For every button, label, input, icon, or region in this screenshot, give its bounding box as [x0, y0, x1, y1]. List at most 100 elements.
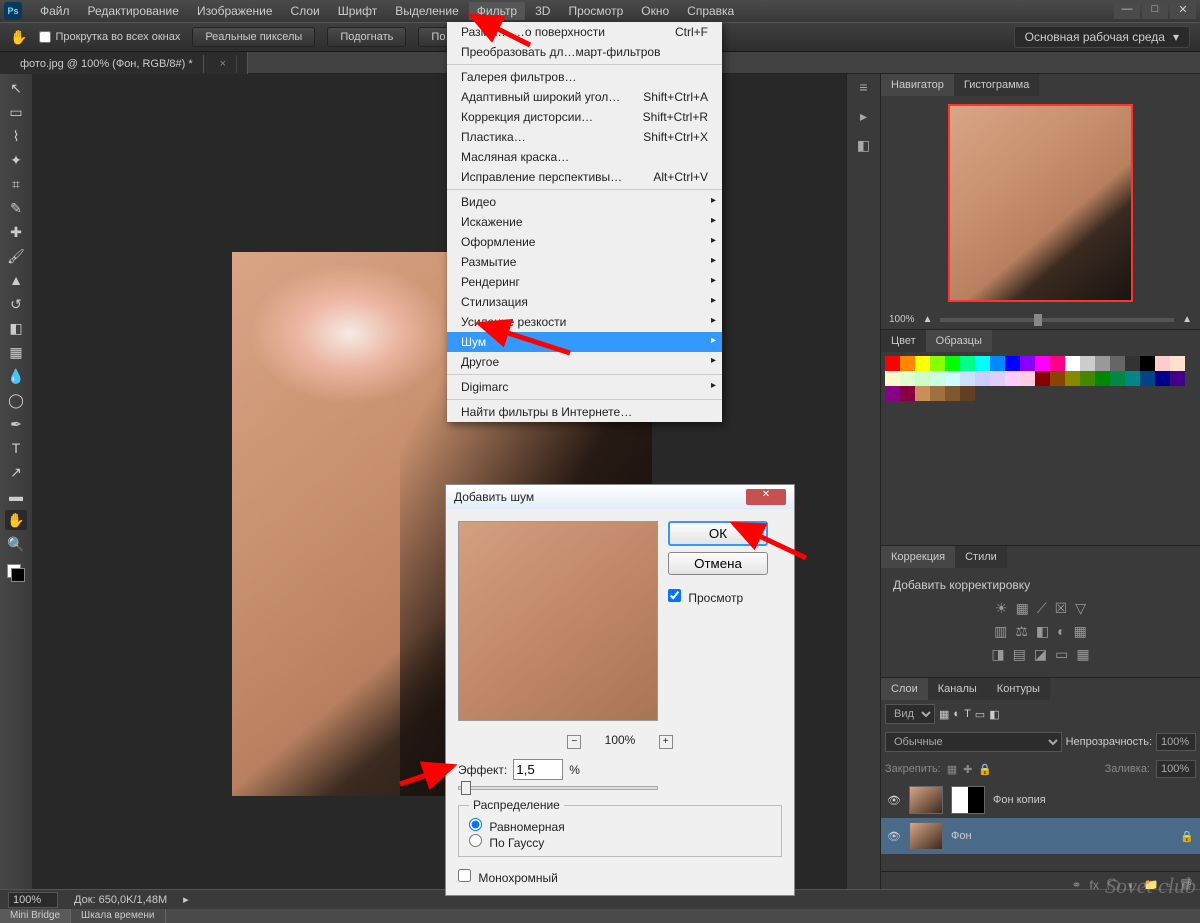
history-brush-icon[interactable]: ↺: [5, 294, 27, 314]
opacity-input[interactable]: [1156, 733, 1196, 751]
swatch-item[interactable]: [975, 371, 990, 386]
crop-tool-icon[interactable]: ⌗: [5, 174, 27, 194]
swatch-item[interactable]: [900, 386, 915, 401]
swatch-item[interactable]: [1065, 371, 1080, 386]
zoom-out-icon[interactable]: ▲: [923, 314, 933, 325]
type-tool-icon[interactable]: T: [5, 438, 27, 458]
swatch-item[interactable]: [1170, 371, 1185, 386]
swatch-item[interactable]: [1125, 356, 1140, 371]
swatch-item[interactable]: [1065, 356, 1080, 371]
filter-pixel-icon[interactable]: ▦: [939, 708, 949, 721]
balance-icon[interactable]: ⚖: [1015, 623, 1028, 640]
layer-name[interactable]: Фон: [951, 830, 972, 842]
stamp-tool-icon[interactable]: ▲: [5, 270, 27, 290]
swatch-item[interactable]: [900, 356, 915, 371]
marquee-tool-icon[interactable]: ▭: [5, 102, 27, 122]
eraser-tool-icon[interactable]: ◧: [5, 318, 27, 338]
cancel-button[interactable]: Отмена: [668, 552, 768, 575]
move-tool-icon[interactable]: ↖: [5, 78, 27, 98]
maximize-button[interactable]: □: [1142, 3, 1168, 19]
properties-panel-icon[interactable]: ◧: [852, 137, 876, 161]
filter-menu-item[interactable]: Найти фильтры в Интернете…: [447, 402, 722, 422]
bw-icon[interactable]: ◧: [1036, 623, 1049, 640]
layer-row[interactable]: 👁 Фон копия: [881, 782, 1200, 818]
swatch-item[interactable]: [885, 356, 900, 371]
swatches-grid[interactable]: [881, 352, 1200, 405]
swatch-item[interactable]: [1095, 371, 1110, 386]
swatch-item[interactable]: [900, 371, 915, 386]
swatch-item[interactable]: [960, 371, 975, 386]
workspace-selector[interactable]: Основная рабочая среда▾: [1014, 26, 1190, 48]
lasso-tool-icon[interactable]: ⌇: [5, 126, 27, 146]
swatch-item[interactable]: [930, 356, 945, 371]
blur-tool-icon[interactable]: 💧: [5, 366, 27, 386]
zoom-in-icon[interactable]: ▲: [1182, 314, 1192, 325]
minimize-button[interactable]: —: [1114, 3, 1140, 19]
filter-menu-item[interactable]: Исправление перспективы…Alt+Ctrl+V: [447, 167, 722, 187]
swatch-item[interactable]: [1020, 371, 1035, 386]
menu-select[interactable]: Выделение: [387, 2, 467, 20]
healing-tool-icon[interactable]: ✚: [5, 222, 27, 242]
levels-icon[interactable]: ▦: [1016, 600, 1029, 617]
menu-edit[interactable]: Редактирование: [80, 2, 187, 20]
uniform-radio[interactable]: Равномерная: [469, 820, 565, 834]
swatch-item[interactable]: [930, 371, 945, 386]
swatch-item[interactable]: [1005, 356, 1020, 371]
menu-filter[interactable]: Фильтр: [469, 2, 525, 20]
pen-tool-icon[interactable]: ✒: [5, 414, 27, 434]
threshold-icon[interactable]: ◪: [1034, 646, 1047, 663]
preview-checkbox[interactable]: Просмотр: [668, 589, 768, 605]
color-swatch[interactable]: [7, 564, 25, 582]
zoom-out-button[interactable]: −: [567, 735, 581, 749]
swatch-item[interactable]: [1050, 356, 1065, 371]
wand-tool-icon[interactable]: ✦: [5, 150, 27, 170]
invert-icon[interactable]: ◨: [991, 646, 1004, 663]
hand-tool-icon[interactable]: ✋: [5, 510, 27, 530]
swatch-item[interactable]: [1080, 371, 1095, 386]
filter-type-icon[interactable]: T: [964, 708, 971, 720]
exposure-icon[interactable]: ☒: [1055, 600, 1068, 617]
menu-window[interactable]: Окно: [633, 2, 677, 20]
swatch-item[interactable]: [960, 386, 975, 401]
swatch-item[interactable]: [1170, 356, 1185, 371]
layer-filter-select[interactable]: Вид: [885, 704, 935, 724]
swatch-item[interactable]: [1035, 371, 1050, 386]
swatch-item[interactable]: [1095, 356, 1110, 371]
swatch-item[interactable]: [990, 371, 1005, 386]
dodge-tool-icon[interactable]: ◯: [5, 390, 27, 410]
close-button[interactable]: ✕: [1170, 3, 1196, 19]
visibility-icon[interactable]: 👁: [887, 830, 901, 843]
lock-position-icon[interactable]: ✚: [963, 763, 972, 776]
swatch-item[interactable]: [945, 371, 960, 386]
eyedropper-tool-icon[interactable]: ✎: [5, 198, 27, 218]
photo-filter-icon[interactable]: ◐: [1057, 623, 1065, 640]
swatch-item[interactable]: [1140, 356, 1155, 371]
gradient-map-icon[interactable]: ▭: [1055, 646, 1068, 663]
filter-menu-item[interactable]: Искажение: [447, 212, 722, 232]
menu-image[interactable]: Изображение: [189, 2, 281, 20]
filter-smart-icon[interactable]: ◧: [989, 708, 999, 721]
actual-pixels-button[interactable]: Реальные пикселы: [192, 27, 315, 47]
ok-button[interactable]: ОК: [668, 521, 768, 546]
filter-menu-item[interactable]: Рендеринг: [447, 272, 722, 292]
filter-shape-icon[interactable]: ▭: [975, 708, 985, 721]
blend-mode-select[interactable]: Обычные: [885, 732, 1062, 752]
swatch-item[interactable]: [930, 386, 945, 401]
vibrance-icon[interactable]: ▽: [1075, 600, 1086, 617]
menu-type[interactable]: Шрифт: [330, 2, 385, 20]
swatch-item[interactable]: [975, 356, 990, 371]
mixer-icon[interactable]: ▦: [1074, 623, 1087, 640]
tab-layers[interactable]: Слои: [881, 678, 928, 700]
tab-histogram[interactable]: Гистограмма: [954, 74, 1040, 96]
tab-adjustments[interactable]: Коррекция: [881, 546, 955, 568]
layer-name[interactable]: Фон копия: [993, 794, 1046, 806]
swatch-item[interactable]: [1155, 356, 1170, 371]
history-panel-icon[interactable]: ≡: [852, 79, 876, 103]
tab-mini-bridge[interactable]: Mini Bridge: [0, 909, 71, 923]
swatch-item[interactable]: [1155, 371, 1170, 386]
menu-help[interactable]: Справка: [679, 2, 742, 20]
gradient-tool-icon[interactable]: ▦: [5, 342, 27, 362]
filter-menu-item[interactable]: Шум: [447, 332, 722, 352]
menu-view[interactable]: Просмотр: [560, 2, 631, 20]
fill-input[interactable]: [1156, 760, 1196, 778]
